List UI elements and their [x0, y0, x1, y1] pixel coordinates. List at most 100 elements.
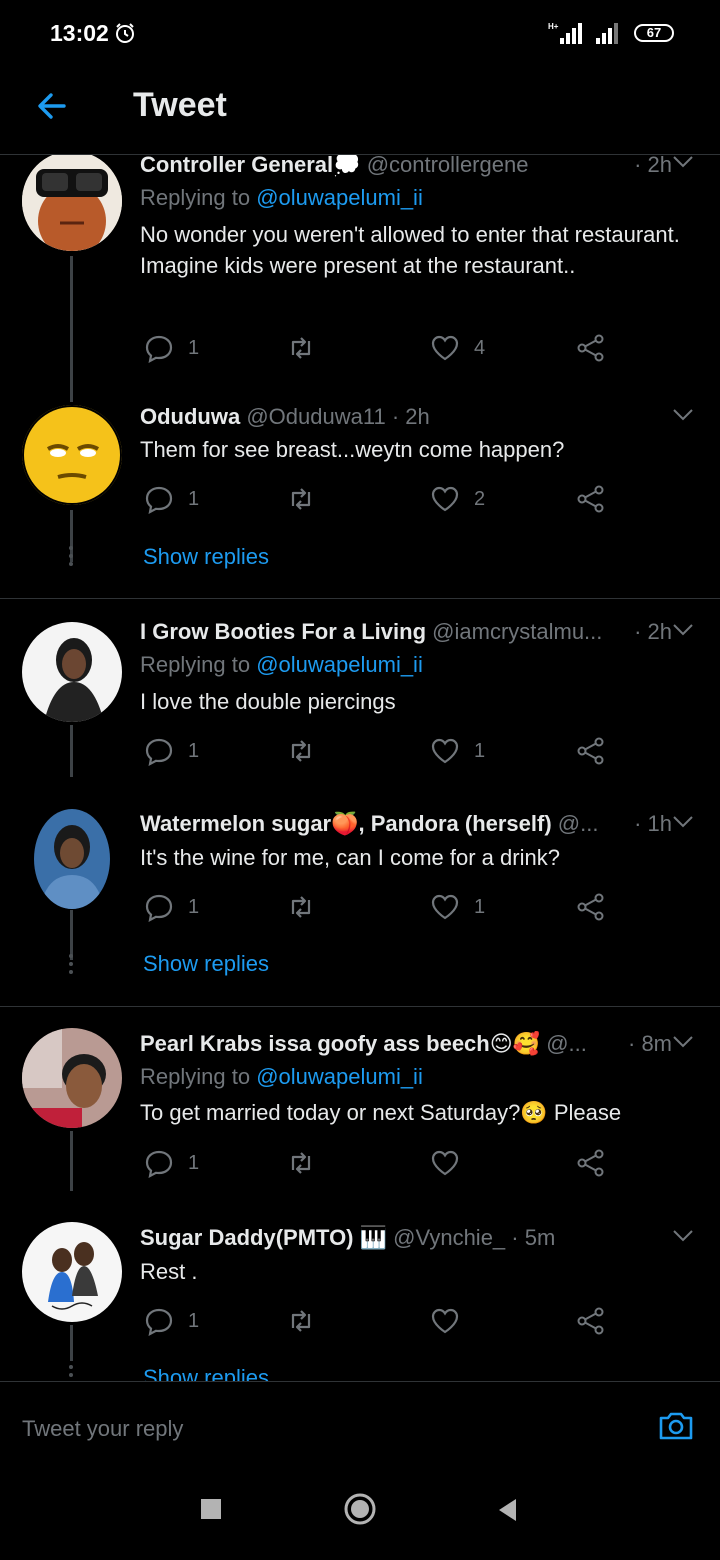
reply-button[interactable]: 1	[144, 482, 199, 516]
camera-icon[interactable]	[656, 1406, 696, 1446]
thread-dots	[69, 546, 74, 570]
share-button[interactable]	[576, 331, 606, 365]
back-icon[interactable]	[496, 1497, 518, 1523]
thread-line	[70, 910, 73, 960]
retweet-button[interactable]	[286, 734, 330, 768]
share-icon	[577, 1307, 604, 1335]
reply-input[interactable]: Tweet your reply	[22, 1416, 183, 1442]
reply-feed[interactable]: Controller General💭 @controllergene · 2h…	[0, 155, 720, 1381]
chevron-down-icon[interactable]	[672, 1229, 694, 1243]
retweet-icon	[291, 1310, 311, 1332]
avatar[interactable]	[22, 155, 122, 251]
reply-tweet[interactable]: I Grow Booties For a Living @iamcrystalm…	[0, 599, 720, 777]
tweet-header: Oduduwa @Oduduwa11 · 2h	[140, 404, 672, 430]
retweet-button[interactable]	[286, 331, 330, 365]
reply-icon	[145, 486, 173, 514]
home-icon[interactable]	[343, 1492, 377, 1526]
reply-tweet[interactable]: Oduduwa @Oduduwa11 · 2h Them for see bre…	[0, 400, 720, 598]
reply-icon	[145, 1150, 173, 1178]
reply-icon	[145, 1308, 173, 1336]
avatar-image	[34, 809, 110, 909]
like-button[interactable]	[430, 1304, 474, 1338]
avatar[interactable]	[22, 405, 122, 505]
tweet-header: I Grow Booties For a Living @iamcrystalm…	[140, 619, 672, 645]
retweet-button[interactable]	[286, 890, 330, 924]
avatar[interactable]	[34, 809, 110, 909]
avatar[interactable]	[22, 622, 122, 722]
like-button[interactable]: 2	[430, 482, 485, 516]
share-icon	[577, 334, 604, 362]
avatar[interactable]	[22, 1028, 122, 1128]
handle: @Oduduwa11	[246, 404, 386, 429]
reply-button[interactable]: 1	[144, 890, 199, 924]
display-name[interactable]: Sugar Daddy(PMTO) 🎹	[140, 1225, 387, 1250]
heart-icon	[431, 738, 459, 764]
mention-link[interactable]: @oluwapelumi_ii	[256, 1064, 423, 1089]
show-replies-link[interactable]: Show replies	[143, 951, 269, 977]
reply-button[interactable]: 1	[144, 331, 199, 365]
like-button[interactable]	[430, 1146, 474, 1180]
like-button[interactable]: 4	[430, 331, 485, 365]
reply-tweet[interactable]: Controller General💭 @controllergene · 2h…	[0, 155, 720, 402]
display-name[interactable]: Oduduwa	[140, 404, 240, 429]
show-replies-link[interactable]: Show replies	[143, 544, 269, 570]
replying-to: Replying to @oluwapelumi_ii	[140, 652, 423, 677]
tweet-header: Sugar Daddy(PMTO) 🎹 @Vynchie_ · 5m	[140, 1225, 672, 1251]
reply-button[interactable]: 1	[144, 1304, 199, 1338]
mention-link[interactable]: @oluwapelumi_ii	[256, 185, 423, 210]
reply-count: 1	[188, 895, 200, 918]
like-count: 4	[474, 336, 486, 359]
reply-tweet[interactable]: Pearl Krabs issa goofy ass beech😊🥰 @... …	[0, 1007, 720, 1201]
chevron-down-icon[interactable]	[672, 155, 694, 169]
back-arrow-icon[interactable]	[34, 88, 70, 124]
like-button[interactable]: 1	[430, 734, 485, 768]
reply-tweet[interactable]: Watermelon sugar🍑, Pandora (herself) @..…	[0, 774, 720, 1006]
chevron-down-icon[interactable]	[672, 815, 694, 829]
chevron-down-icon[interactable]	[672, 623, 694, 637]
page-title: Tweet	[133, 86, 227, 124]
mention-link[interactable]: @oluwapelumi_ii	[256, 652, 423, 677]
avatar-image	[22, 155, 122, 251]
retweet-button[interactable]	[286, 1146, 330, 1180]
reply-icon	[145, 894, 173, 922]
retweet-icon	[291, 740, 311, 762]
retweet-button[interactable]	[286, 482, 330, 516]
avatar-image	[22, 622, 122, 722]
tweet-text: It's the wine for me, can I come for a d…	[140, 845, 560, 870]
reply-button[interactable]: 1	[144, 1146, 199, 1180]
share-button[interactable]	[576, 1304, 606, 1338]
tweet-text: I love the double piercings	[140, 689, 396, 714]
reply-composer[interactable]: Tweet your reply	[0, 1381, 720, 1465]
timestamp: · 2h	[628, 155, 672, 178]
display-name[interactable]: I Grow Booties For a Living	[140, 619, 426, 644]
action-bar: 1 1	[140, 890, 610, 924]
avatar-image	[22, 1028, 122, 1128]
action-bar: 1 1	[140, 734, 610, 768]
chevron-down-icon[interactable]	[672, 408, 694, 422]
retweet-button[interactable]	[286, 1304, 330, 1338]
reply-tweet[interactable]: Sugar Daddy(PMTO) 🎹 @Vynchie_ · 5m Rest …	[0, 1201, 720, 1381]
display-name[interactable]: Watermelon sugar🍑, Pandora (herself)	[140, 811, 552, 836]
share-button[interactable]	[576, 1146, 606, 1180]
chevron-down-icon[interactable]	[672, 1035, 694, 1049]
retweet-icon	[291, 1152, 311, 1174]
tweet-text: To get married today or next Saturday?🥺 …	[140, 1100, 622, 1125]
thread-dots	[69, 1365, 74, 1381]
recents-icon[interactable]	[201, 1499, 221, 1519]
thread-line	[70, 1325, 73, 1361]
reply-button[interactable]: 1	[144, 734, 199, 768]
thread-line	[70, 1131, 73, 1191]
heart-icon	[431, 335, 459, 361]
status-bar: 13:02 H+ 67	[0, 0, 720, 66]
show-replies-link[interactable]: Show replies	[143, 1365, 269, 1381]
timestamp: · 5m	[511, 1225, 556, 1250]
share-button[interactable]	[576, 482, 606, 516]
like-button[interactable]: 1	[430, 890, 485, 924]
display-name[interactable]: Controller General💭	[140, 155, 361, 177]
reply-count: 1	[188, 1151, 200, 1174]
share-button[interactable]	[576, 734, 606, 768]
avatar[interactable]	[22, 1222, 122, 1322]
handle: @...	[557, 811, 599, 836]
share-button[interactable]	[576, 890, 606, 924]
display-name[interactable]: Pearl Krabs issa goofy ass beech😊🥰	[140, 1031, 540, 1056]
